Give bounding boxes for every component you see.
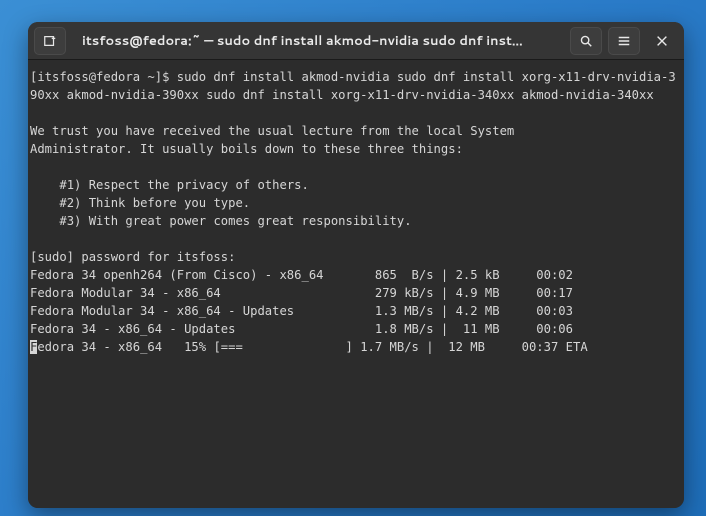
rule-3: #3) With great power comes great respons… (30, 214, 412, 228)
terminal-window: itsfoss@fedora:~ — sudo dnf install akmo… (28, 22, 684, 508)
titlebar: itsfoss@fedora:~ — sudo dnf install akmo… (28, 22, 684, 60)
menu-button[interactable] (608, 27, 640, 55)
shell-prompt: [itsfoss@fedora ~]$ (30, 70, 177, 84)
search-button[interactable] (570, 27, 602, 55)
rule-2: #2) Think before you type. (30, 196, 250, 210)
hamburger-icon (617, 34, 631, 48)
rule-1: #1) Respect the privacy of others. (30, 178, 309, 192)
terminal-output[interactable]: [itsfoss@fedora ~]$ sudo dnf install akm… (28, 60, 684, 508)
close-button[interactable] (646, 27, 678, 55)
repo-line: Fedora Modular 34 - x86_64 279 kB/s | 4.… (30, 284, 682, 302)
new-tab-icon (43, 34, 57, 48)
window-title: itsfoss@fedora:~ — sudo dnf install akmo… (72, 32, 564, 50)
repo-line: Fedora 34 - x86_64 - Updates 1.8 MB/s | … (30, 320, 682, 338)
lecture-line-2: Administrator. It usually boils down to … (30, 142, 463, 156)
progress-line: edora 34 - x86_64 15% [=== ] 1.7 MB/s | … (37, 340, 587, 354)
lecture-line-1: We trust you have received the usual lec… (30, 124, 514, 138)
sudo-password-prompt: [sudo] password for itsfoss: (30, 250, 235, 264)
new-tab-button[interactable] (34, 27, 66, 55)
repo-line: Fedora 34 openh264 (From Cisco) - x86_64… (30, 266, 682, 284)
search-icon (579, 34, 593, 48)
repo-line: Fedora Modular 34 - x86_64 - Updates 1.3… (30, 302, 682, 320)
close-icon (655, 34, 669, 48)
